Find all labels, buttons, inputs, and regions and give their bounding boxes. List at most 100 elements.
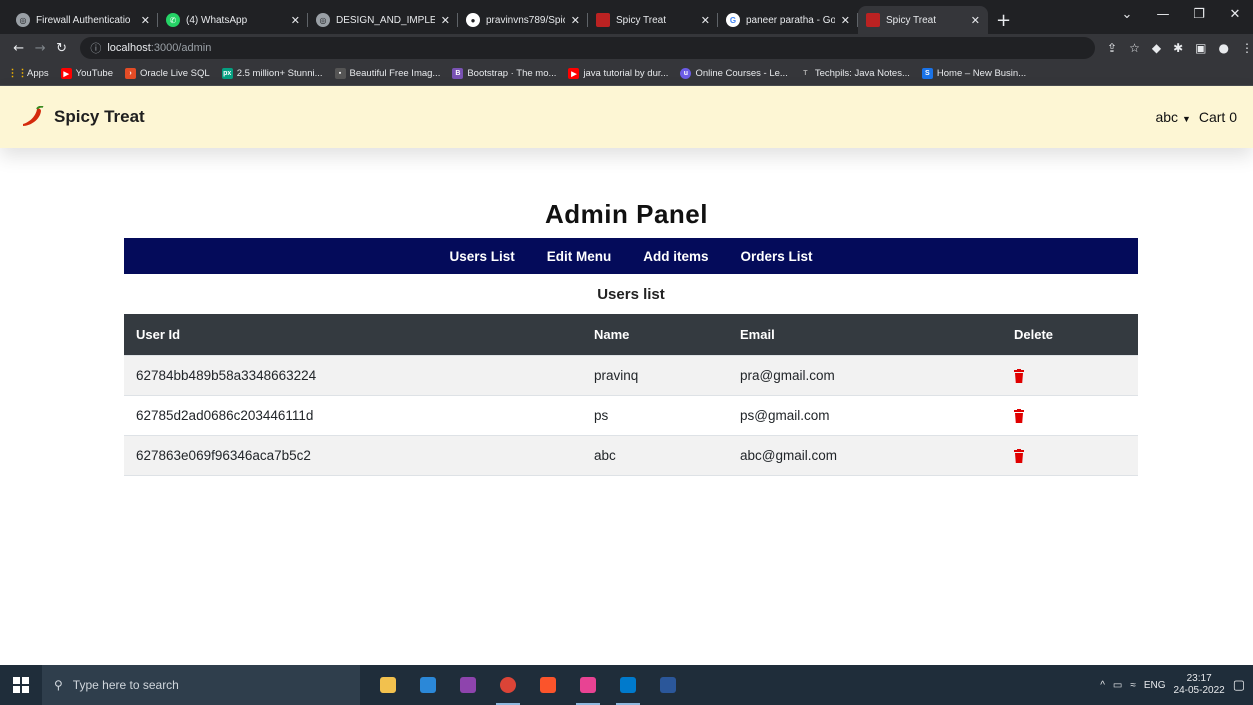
browser-tab[interactable]: ● pravinvns789/Spicy_Tr ✕ <box>458 6 588 34</box>
browser-tab[interactable]: G paneer paratha - Goo ✕ <box>718 6 858 34</box>
trash-icon[interactable] <box>1014 448 1024 463</box>
bookmark-item[interactable]: ▶ YouTube <box>60 68 113 79</box>
sidebar-icon[interactable]: ▣ <box>1195 41 1206 55</box>
url-input[interactable]: ⓘ localhost:3000/admin <box>80 37 1096 59</box>
navbar-right: abc ▼ Cart 0 <box>1155 109 1237 125</box>
back-icon[interactable]: ← <box>8 41 29 56</box>
share-icon[interactable]: ⇪ <box>1107 41 1117 55</box>
close-tab-icon[interactable]: ✕ <box>701 14 710 27</box>
bookmark-item[interactable]: T Techpils: Java Notes... <box>800 68 910 79</box>
google-icon: G <box>726 13 740 27</box>
close-tab-icon[interactable]: ✕ <box>571 14 580 27</box>
browser-tab[interactable]: Spicy Treat ✕ <box>588 6 718 34</box>
minimize-icon[interactable]: — <box>1145 7 1181 22</box>
trash-icon[interactable] <box>1014 408 1024 423</box>
bookmark-item[interactable]: ▶ java tutorial by dur... <box>568 68 668 79</box>
github-icon: ● <box>466 13 480 27</box>
language-indicator[interactable]: ENG <box>1144 680 1166 691</box>
extension-icon[interactable]: ◆ <box>1152 41 1161 55</box>
bookmark-item[interactable]: › Oracle Live SQL <box>125 68 210 79</box>
apps-grid-icon: ⋮⋮ <box>7 68 28 79</box>
udemy-icon: u <box>680 68 692 79</box>
vscode-icon[interactable] <box>608 665 648 705</box>
caret-down-icon: ▼ <box>1181 114 1191 124</box>
system-tray: ^ ▭ ≈ ENG 23:17 24-05-2022 ▢ <box>1100 665 1253 705</box>
close-window-icon[interactable]: ✕ <box>1217 7 1253 22</box>
chrome-icon[interactable] <box>488 665 528 705</box>
bookmark-item[interactable]: S Home – New Busin... <box>921 68 1026 79</box>
users-table: User Id Name Email Delete 62784bb489b58a… <box>124 314 1138 476</box>
trash-icon[interactable] <box>1014 368 1024 383</box>
wifi-icon[interactable]: ≈ <box>1130 680 1136 691</box>
browser-tab-active[interactable]: Spicy Treat ✕ <box>858 6 988 34</box>
forward-icon[interactable]: → <box>29 41 50 56</box>
cell-name: abc <box>582 434 728 476</box>
globe-icon: ◎ <box>16 13 30 27</box>
cell-user-id: 62784bb489b58a3348663224 <box>124 354 582 395</box>
cell-name: pravinq <box>582 354 728 395</box>
close-tab-icon[interactable]: ✕ <box>971 14 980 27</box>
bookmark-item[interactable]: u Online Courses - Le... <box>680 68 788 79</box>
store-icon[interactable] <box>408 665 448 705</box>
browser-tab[interactable]: ✆ (4) WhatsApp ✕ <box>158 6 308 34</box>
maximize-icon[interactable]: ❐ <box>1181 7 1217 22</box>
brand-link[interactable]: Spicy Treat <box>20 106 145 128</box>
cell-delete <box>1002 394 1138 435</box>
word-icon[interactable] <box>648 665 688 705</box>
site-info-icon[interactable]: ⓘ <box>90 40 101 56</box>
chevron-up-icon[interactable]: ^ <box>1100 680 1105 691</box>
column-header-user-id: User Id <box>136 326 181 342</box>
column-header-email: Email <box>740 326 775 342</box>
app-purple-icon[interactable] <box>448 665 488 705</box>
file-explorer-icon[interactable] <box>368 665 408 705</box>
menu-kebab-icon[interactable]: ⋮ <box>1241 41 1253 55</box>
address-bar-row: ← → ↻ ⓘ localhost:3000/admin ⇪ ☆ ◆ ✱ ▣ ●… <box>0 34 1253 62</box>
bookmark-item[interactable]: B Bootstrap · The mo... <box>452 68 556 79</box>
notification-icon[interactable]: ▢ <box>1233 677 1245 693</box>
intellij-icon[interactable] <box>568 665 608 705</box>
site-favicon-icon <box>596 13 610 27</box>
browser-toolbar-icons: ⇪ ☆ ◆ ✱ ▣ ● ⋮ <box>1107 41 1253 55</box>
search-placeholder: Type here to search <box>72 678 179 692</box>
bookmark-item[interactable]: px 2.5 million+ Stunni... <box>221 68 323 79</box>
user-dropdown[interactable]: abc ▼ <box>1155 109 1190 125</box>
close-tab-icon[interactable]: ✕ <box>841 14 850 27</box>
close-tab-icon[interactable]: ✕ <box>441 14 450 27</box>
start-button[interactable] <box>0 665 42 705</box>
browser-tab[interactable]: ◎ DESIGN_AND_IMPLEM ✕ <box>308 6 458 34</box>
close-tab-icon[interactable]: ✕ <box>291 14 300 27</box>
close-tab-icon[interactable]: ✕ <box>141 14 150 27</box>
puzzle-icon[interactable]: ✱ <box>1173 41 1183 55</box>
browser-tab[interactable]: ◎ Firewall Authenticatio ✕ <box>8 6 158 34</box>
cell-delete <box>1002 354 1138 395</box>
page-title: Admin Panel <box>545 199 708 229</box>
taskbar-clock[interactable]: 23:17 24-05-2022 <box>1174 673 1225 697</box>
table-row: 627863e069f96346aca7b5c2 abc abc@gmail.c… <box>124 434 1138 476</box>
battery-icon[interactable]: ▭ <box>1113 680 1122 691</box>
brand-name: Spicy Treat <box>54 107 145 126</box>
pexels-icon: px <box>221 68 233 79</box>
techpils-icon: T <box>803 70 808 77</box>
new-tab-button[interactable]: + <box>996 6 1011 34</box>
browser-tab-strip: ◎ Firewall Authenticatio ✕ ✆ (4) WhatsAp… <box>0 0 1253 34</box>
site-s-icon: S <box>921 68 933 79</box>
windows-logo-icon <box>13 677 29 693</box>
reload-icon[interactable]: ↻ <box>51 41 72 56</box>
cart-link[interactable]: Cart 0 <box>1199 109 1237 125</box>
admin-nav-edit-menu[interactable]: Edit Menu <box>547 249 612 264</box>
bookmark-star-icon[interactable]: ☆ <box>1129 41 1140 55</box>
cell-user-id: 62785d2ad0686c203446111d <box>124 394 582 435</box>
admin-nav-add-items[interactable]: Add items <box>643 249 708 264</box>
admin-nav-bar: Users List Edit Menu Add items Orders Li… <box>124 238 1138 274</box>
site-favicon-icon <box>866 13 880 27</box>
profile-avatar-icon[interactable]: ● <box>1219 41 1229 55</box>
admin-nav-orders-list[interactable]: Orders List <box>741 249 813 264</box>
taskbar-search-box[interactable]: ⚲ Type here to search <box>42 665 360 705</box>
admin-nav-users-list[interactable]: Users List <box>449 249 514 264</box>
tab-search-icon[interactable]: ⌄ <box>1109 7 1145 22</box>
bookmark-apps[interactable]: ⋮⋮ Apps <box>7 68 49 79</box>
column-header-delete: Delete <box>1014 326 1054 342</box>
cell-email: ps@gmail.com <box>728 394 1002 435</box>
brave-icon[interactable] <box>528 665 568 705</box>
bookmark-item[interactable]: ▪ Beautiful Free Imag... <box>334 68 440 79</box>
